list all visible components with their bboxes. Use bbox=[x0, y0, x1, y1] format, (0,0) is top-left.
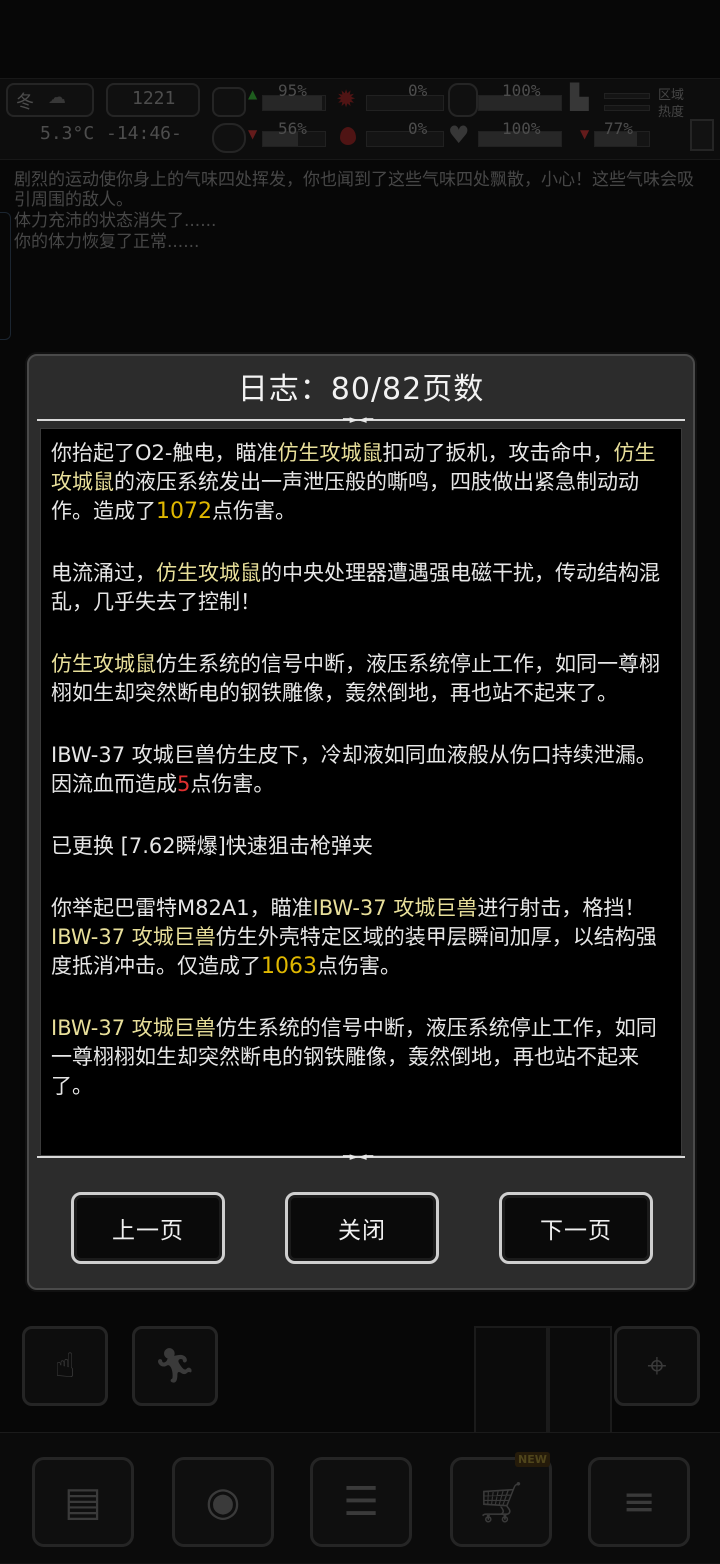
enemy-name: IBW-37 攻城巨兽 bbox=[51, 925, 216, 949]
log-text: IBW-37 攻城巨兽 bbox=[51, 743, 216, 767]
log-entry: 电流涌过，仿生攻城鼠的中央处理器遭遇强电磁干扰，传动结构混乱，几乎失去了控制！ bbox=[51, 559, 671, 617]
log-text: 你举起巴雷特M82A1，瞄准 bbox=[51, 896, 313, 920]
log-entry: IBW-37 攻城巨兽仿生皮下，冷却液如同血液般从伤口持续泄漏。因流血而造成5点… bbox=[51, 741, 671, 799]
log-entry: 你抬起了O2-触电，瞄准仿生攻城鼠扣动了扳机，攻击命中，仿生攻城鼠的液压系统发出… bbox=[51, 439, 671, 526]
log-entry: 仿生攻城鼠仿生系统的信号中断，液压系统停止工作，如同一尊栩栩如生却突然断电的钢铁… bbox=[51, 650, 671, 708]
damage-value: 5 bbox=[177, 772, 191, 796]
log-entry: 已更换 [7.62瞬爆]快速狙击枪弹夹 bbox=[51, 832, 671, 861]
log-text: 点伤害。 bbox=[212, 499, 296, 523]
log-text: 点伤害。 bbox=[190, 772, 275, 796]
log-panel[interactable]: 你抬起了O2-触电，瞄准仿生攻城鼠扣动了扳机，攻击命中，仿生攻城鼠的液压系统发出… bbox=[40, 428, 682, 1156]
log-dialog: 日志：80/82页数 ━►◄━ 你抬起了O2-触电，瞄准仿生攻城鼠扣动了扳机，攻… bbox=[27, 354, 695, 1290]
enemy-name: 仿生攻城鼠 bbox=[277, 441, 383, 465]
enemy-name: IBW-37 攻城巨兽 bbox=[51, 1016, 216, 1040]
log-text: 的液压系统发出一声泄压般的嘶鸣，四肢做出紧急制动动作。造成了 bbox=[51, 470, 639, 523]
divider-ornament: ━►◄━ bbox=[343, 1150, 374, 1163]
enemy-name: 仿生攻城鼠 bbox=[156, 561, 261, 585]
next-page-button[interactable]: 下一页 bbox=[499, 1192, 653, 1264]
close-button[interactable]: 关闭 bbox=[285, 1192, 439, 1264]
log-text: 电流涌过， bbox=[51, 561, 156, 585]
bottom-divider: ━►◄━ bbox=[37, 1150, 685, 1163]
log-text: 已更换 [7.62瞬爆]快速狙击枪弹夹 bbox=[51, 834, 373, 858]
damage-value: 1063 bbox=[261, 954, 317, 979]
damage-value: 1072 bbox=[156, 499, 212, 524]
divider-ornament: ━►◄━ bbox=[343, 413, 374, 426]
top-divider: ━►◄━ bbox=[37, 413, 685, 426]
log-entry: 你举起巴雷特M82A1，瞄准IBW-37 攻城巨兽进行射击，格挡！IBW-37 … bbox=[51, 894, 671, 981]
log-entry: IBW-37 攻城巨兽仿生系统的信号中断，液压系统停止工作，如同一尊栩栩如生却突… bbox=[51, 1014, 671, 1101]
log-entries: 你抬起了O2-触电，瞄准仿生攻城鼠扣动了扳机，攻击命中，仿生攻城鼠的液压系统发出… bbox=[41, 439, 681, 1101]
dialog-title: 日志：80/82页数 bbox=[237, 372, 485, 407]
enemy-name: IBW-37 攻城巨兽 bbox=[312, 896, 478, 920]
log-text: 扣动了扳机，攻击命中， bbox=[382, 441, 614, 465]
prev-page-button[interactable]: 上一页 bbox=[71, 1192, 225, 1264]
enemy-name: 仿生攻城鼠 bbox=[51, 652, 156, 676]
log-text: 你抬起了O2-触电，瞄准 bbox=[51, 441, 278, 465]
log-text: 进行射击，格挡！ bbox=[477, 896, 646, 920]
log-text: 点伤害。 bbox=[317, 954, 401, 978]
